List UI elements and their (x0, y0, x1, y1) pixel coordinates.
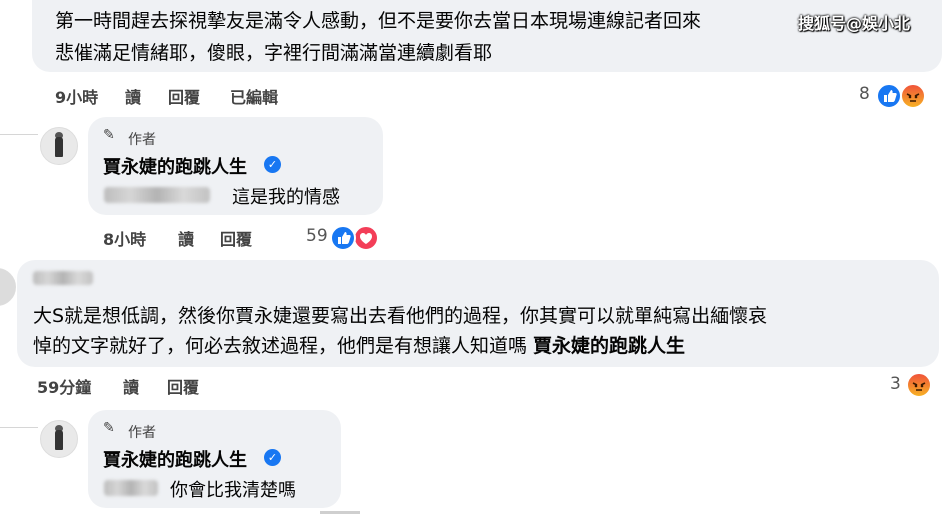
thread-line (0, 405, 38, 428)
avatar[interactable] (40, 127, 78, 165)
verified-badge-icon: ✓ (264, 449, 281, 466)
reaction-count[interactable]: 8 (859, 84, 870, 104)
angry-icon[interactable] (900, 83, 926, 109)
blurred-mention (104, 480, 158, 496)
like-icon[interactable] (330, 225, 356, 251)
pencil-icon: ✎ (103, 420, 115, 436)
reaction-count[interactable]: 3 (890, 374, 901, 394)
read-link[interactable]: 讀 (178, 226, 194, 250)
like-icon[interactable] (876, 83, 902, 109)
comment-time[interactable]: 9小時 (55, 84, 98, 108)
avatar[interactable] (40, 420, 78, 458)
author-badge: 作者 (128, 132, 156, 148)
author-badge: 作者 (128, 425, 156, 441)
thread-line (0, 110, 38, 135)
blurred-mention (104, 187, 210, 203)
comment-text-line-2: 悲催滿足情緒耶，傻眼，字裡行間滿滿當連續劇看耶 (55, 42, 493, 64)
comment-bubble-2: 大S就是想低調，然後你賈永婕還要寫出去看他們的過程，你其實可以就單純寫出緬懷哀 … (17, 260, 939, 367)
comment-text-line-1: 大S就是想低調，然後你賈永婕還要寫出去看他們的過程，你其實可以就單純寫出緬懷哀 (33, 305, 768, 327)
avatar[interactable] (0, 268, 16, 306)
author-name[interactable]: 賈永婕的跑跳人生 (103, 153, 247, 179)
reply-bubble-1: ✎ 作者 賈永婕的跑跳人生 ✓ 這是我的情感 (88, 117, 383, 215)
blurred-commenter-name (33, 271, 93, 285)
comment-text: 悼的文字就好了，何必去敘述過程，他們是有想讓人知道嗎 (33, 335, 534, 357)
verified-badge-icon: ✓ (264, 156, 281, 173)
angry-icon[interactable] (906, 372, 932, 398)
pencil-icon: ✎ (103, 127, 115, 143)
love-icon[interactable] (353, 225, 379, 251)
reply-text: 這是我的情感 (232, 187, 340, 208)
reply-bubble-2: ✎ 作者 賈永婕的跑跳人生 ✓ 你會比我清楚嗎 (88, 410, 341, 508)
author-name[interactable]: 賈永婕的跑跳人生 (103, 446, 247, 472)
reply-text: 你會比我清楚嗎 (170, 480, 296, 501)
watermark: 搜狐号@娛小北 (798, 14, 911, 33)
reply-time[interactable]: 8小時 (103, 226, 146, 250)
reply-link[interactable]: 回覆 (220, 226, 252, 250)
reaction-count[interactable]: 59 (306, 226, 328, 246)
comment-text-line-2: 悼的文字就好了，何必去敘述過程，他們是有想讓人知道嗎 賈永婕的跑跳人生 (33, 331, 685, 358)
author-mention-link[interactable]: 賈永婕的跑跳人生 (533, 335, 685, 357)
comment-time[interactable]: 59分鐘 (37, 374, 91, 398)
reply-link[interactable]: 回覆 (167, 374, 199, 398)
edited-label: 已編輯 (230, 88, 279, 107)
read-link[interactable]: 讀 (125, 84, 141, 108)
comment-text-line-1: 第一時間趕去探視摯友是滿令人感動，但不是要你去當日本現場連線記者回來 (55, 10, 702, 32)
reply-link[interactable]: 回覆 (168, 84, 200, 108)
read-link[interactable]: 讀 (123, 374, 139, 398)
